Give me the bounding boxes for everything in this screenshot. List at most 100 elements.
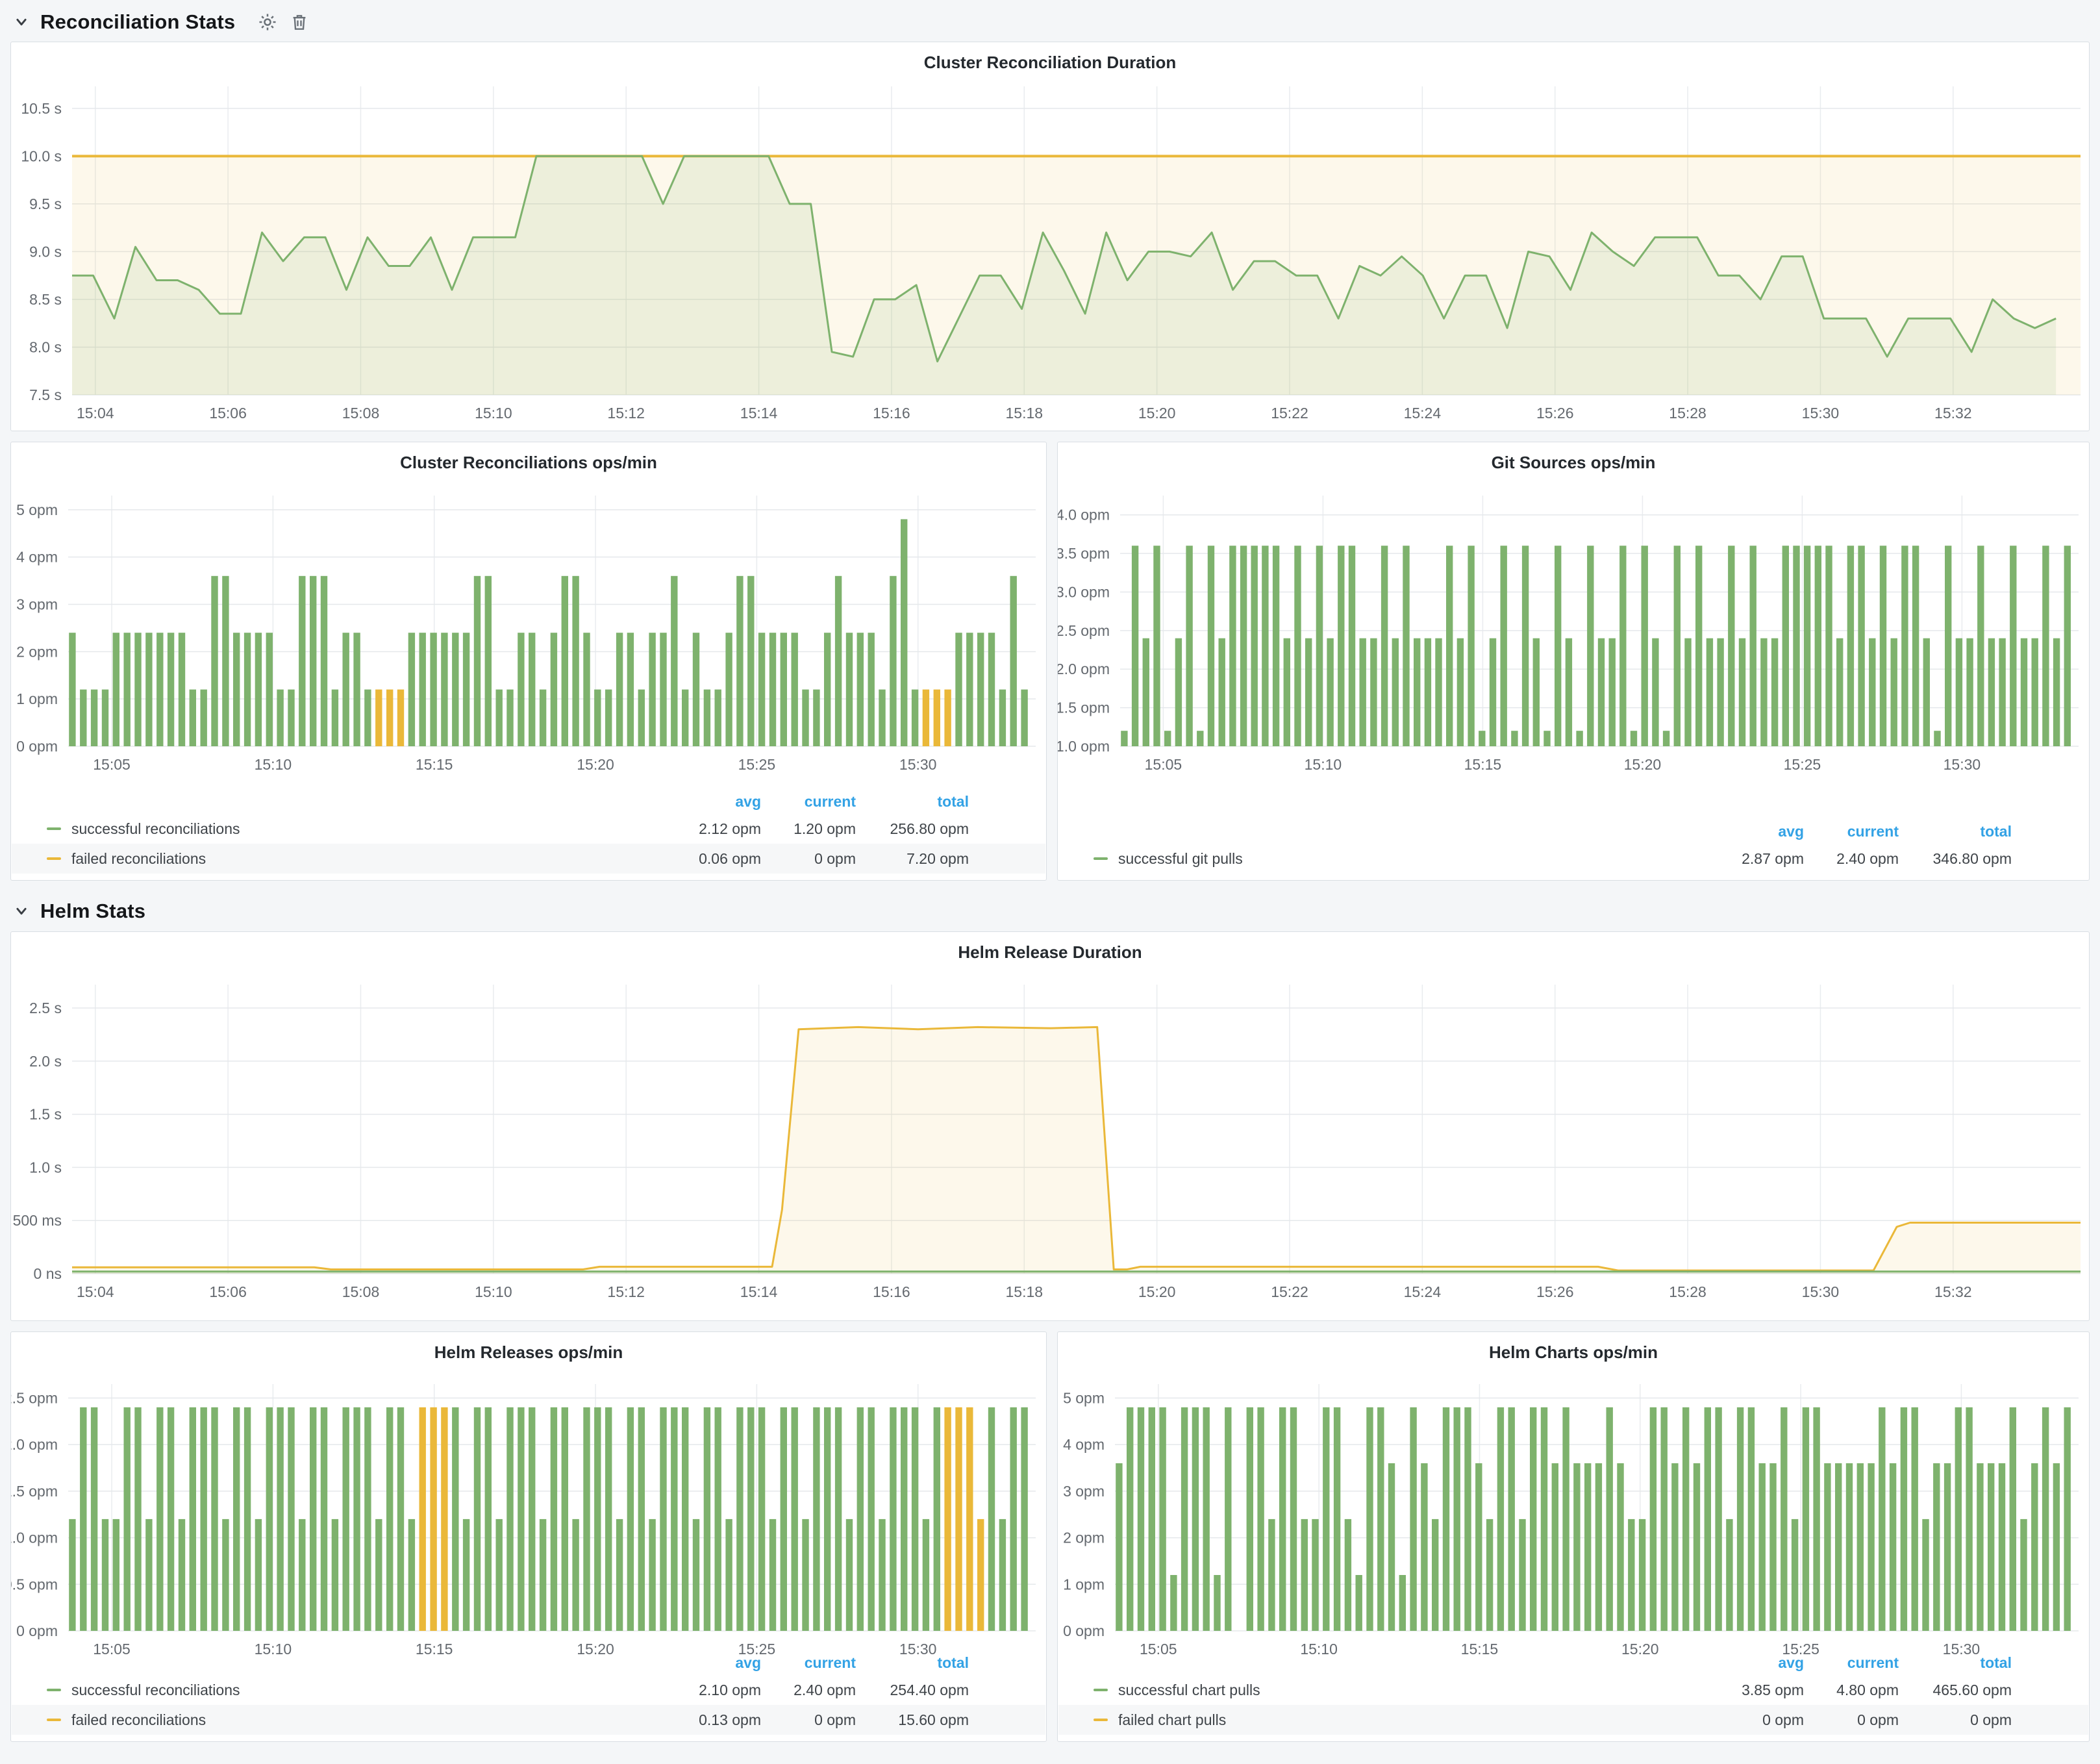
x-tick-label: 15:22 [1271, 405, 1308, 422]
chevron-down-icon[interactable] [14, 904, 29, 918]
x-tick-label: 15:26 [1536, 405, 1574, 422]
trash-icon[interactable] [290, 12, 309, 32]
x-tick-label: 15:06 [209, 1283, 247, 1300]
y-tick-label: 5 opm [16, 501, 58, 518]
x-tick-label: 15:30 [1802, 405, 1840, 422]
x-tick-label: 15:14 [740, 1283, 778, 1300]
legend-stat-value: 2.87 opm [1700, 850, 1804, 868]
section-title: Helm Stats [40, 900, 145, 923]
legend-series-row[interactable]: failed reconciliations0.06 opm0 opm7.20 … [12, 844, 1045, 874]
legend-stat-value: 465.60 opm [1899, 1682, 2012, 1699]
x-tick-label: 15:30 [1802, 1283, 1840, 1300]
x-tick-label: 15:18 [1006, 1283, 1044, 1300]
legend-series-name[interactable]: successful chart pulls [1094, 1682, 1700, 1699]
y-tick-label: 500 ms [13, 1212, 62, 1229]
chevron-down-icon[interactable] [14, 15, 29, 29]
chart-canvas-cluster-reconciliation-duration[interactable]: 15:0415:0615:0815:1015:1215:1415:1615:18… [11, 42, 2089, 431]
legend-series-row[interactable]: failed chart pulls0 opm0 opm0 opm [1058, 1705, 2088, 1735]
legend-stat-value: 0.06 opm [657, 850, 761, 868]
x-tick-label: 15:25 [1784, 756, 1821, 773]
legend-stat-value: 256.80 opm [856, 820, 969, 838]
plot-area[interactable] [72, 985, 2081, 1274]
legend-sort-avg[interactable]: avg [1700, 1654, 1804, 1672]
legend-cluster-reconciliations: avgcurrenttotalsuccessful reconciliation… [12, 789, 1045, 874]
legend-sort-avg[interactable]: avg [1700, 823, 1804, 840]
x-tick-label: 15:18 [1006, 405, 1044, 422]
x-tick-label: 15:25 [738, 756, 776, 773]
plot-area[interactable] [68, 1384, 1036, 1631]
legend-sort-avg[interactable]: avg [657, 793, 761, 811]
section-header-reconciliation-stats[interactable]: Reconciliation Stats [0, 0, 2100, 42]
panel-helm-release-duration: Helm Release Duration 15:0415:0615:0815:… [10, 931, 2090, 1321]
legend-stat-value: 1.20 opm [761, 820, 856, 838]
legend-header: avgcurrenttotal [12, 789, 1045, 814]
x-tick-label: 15:05 [93, 756, 131, 773]
legend-series-row[interactable]: successful reconciliations2.10 opm2.40 o… [12, 1675, 1045, 1705]
legend-git-sources: avgcurrenttotalsuccessful git pulls2.87 … [1058, 819, 2088, 874]
legend-sort-current[interactable]: current [1804, 823, 1899, 840]
plot-area[interactable] [68, 496, 1036, 746]
series-color-dash-icon [1094, 857, 1108, 860]
legend-sort-total[interactable]: total [1899, 823, 2012, 840]
x-tick-label: 15:28 [1669, 405, 1706, 422]
y-tick-label: 1.5 opm [11, 1483, 58, 1500]
y-tick-label: 9.5 s [29, 195, 62, 212]
legend-header: avgcurrenttotal [1058, 1650, 2088, 1675]
legend-sort-total[interactable]: total [856, 1654, 969, 1672]
panel-title[interactable]: Helm Charts ops/min [1058, 1342, 2089, 1363]
y-tick-label: 0 opm [1063, 1622, 1105, 1639]
panel-title[interactable]: Cluster Reconciliation Duration [11, 53, 2089, 73]
legend-sort-total[interactable]: total [856, 793, 969, 811]
legend-sort-current[interactable]: current [1804, 1654, 1899, 1672]
section-header-helm-stats[interactable]: Helm Stats [0, 881, 2100, 931]
chart-canvas-helm-release-duration[interactable]: 15:0415:0615:0815:1015:1215:1415:1615:18… [11, 932, 2089, 1320]
y-tick-label: 1.0 opm [1058, 738, 1110, 755]
y-tick-label: 3 opm [1063, 1483, 1105, 1500]
legend-series-row[interactable]: successful git pulls2.87 opm2.40 opm346.… [1058, 844, 2088, 874]
legend-series-row[interactable]: successful chart pulls3.85 opm4.80 opm46… [1058, 1675, 2088, 1705]
y-tick-label: 1 opm [16, 690, 58, 707]
legend-series-name[interactable]: failed reconciliations [47, 1711, 657, 1729]
x-tick-label: 15:10 [1305, 756, 1342, 773]
y-tick-label: 4 opm [16, 549, 58, 566]
legend-series-row[interactable]: successful reconciliations2.12 opm1.20 o… [12, 814, 1045, 844]
legend-series-name[interactable]: failed reconciliations [47, 850, 657, 868]
legend-series-row[interactable]: failed reconciliations0.13 opm0 opm15.60… [12, 1705, 1045, 1735]
legend-stat-value: 0 opm [761, 850, 856, 868]
y-tick-label: 0 opm [16, 738, 58, 755]
x-tick-label: 15:10 [475, 405, 512, 422]
legend-sort-current[interactable]: current [761, 1654, 856, 1672]
plot-area[interactable] [72, 86, 2081, 395]
plot-area[interactable] [1115, 1384, 2079, 1631]
x-tick-label: 15:32 [1934, 405, 1972, 422]
panel-title[interactable]: Helm Releases ops/min [11, 1342, 1046, 1363]
gear-icon[interactable] [257, 12, 278, 32]
x-tick-label: 15:24 [1404, 1283, 1442, 1300]
y-tick-label: 2.5 opm [11, 1390, 58, 1407]
y-tick-label: 9.0 s [29, 243, 62, 260]
x-tick-label: 15:08 [342, 1283, 380, 1300]
legend-stat-value: 2.40 opm [1804, 850, 1899, 868]
panel-title[interactable]: Helm Release Duration [11, 942, 2089, 963]
panel-title[interactable]: Cluster Reconciliations ops/min [11, 453, 1046, 473]
chart-canvas-git-sources[interactable]: 15:0515:1015:1515:2015:2515:301.0 opm1.5… [1058, 442, 2089, 880]
legend-sort-avg[interactable]: avg [657, 1654, 761, 1672]
panel-title[interactable]: Git Sources ops/min [1058, 453, 2089, 473]
legend-series-name[interactable]: successful reconciliations [47, 1682, 657, 1699]
series-color-dash-icon [1094, 1719, 1108, 1721]
legend-series-name[interactable]: failed chart pulls [1094, 1711, 1700, 1729]
y-tick-label: 0 opm [16, 1622, 58, 1639]
legend-header: avgcurrenttotal [1058, 819, 2088, 844]
legend-stat-value: 0 opm [1899, 1711, 2012, 1729]
legend-series-name[interactable]: successful git pulls [1094, 850, 1700, 868]
x-tick-label: 15:08 [342, 405, 380, 422]
plot-area[interactable] [1120, 496, 2079, 746]
legend-sort-current[interactable]: current [761, 793, 856, 811]
legend-stat-value: 0 opm [1804, 1711, 1899, 1729]
legend-series-name[interactable]: successful reconciliations [47, 820, 657, 838]
legend-sort-total[interactable]: total [1899, 1654, 2012, 1672]
section-title: Reconciliation Stats [40, 10, 235, 34]
y-tick-label: 1.0 s [29, 1159, 62, 1176]
x-tick-label: 15:12 [607, 1283, 645, 1300]
legend-stat-value: 254.40 opm [856, 1682, 969, 1699]
